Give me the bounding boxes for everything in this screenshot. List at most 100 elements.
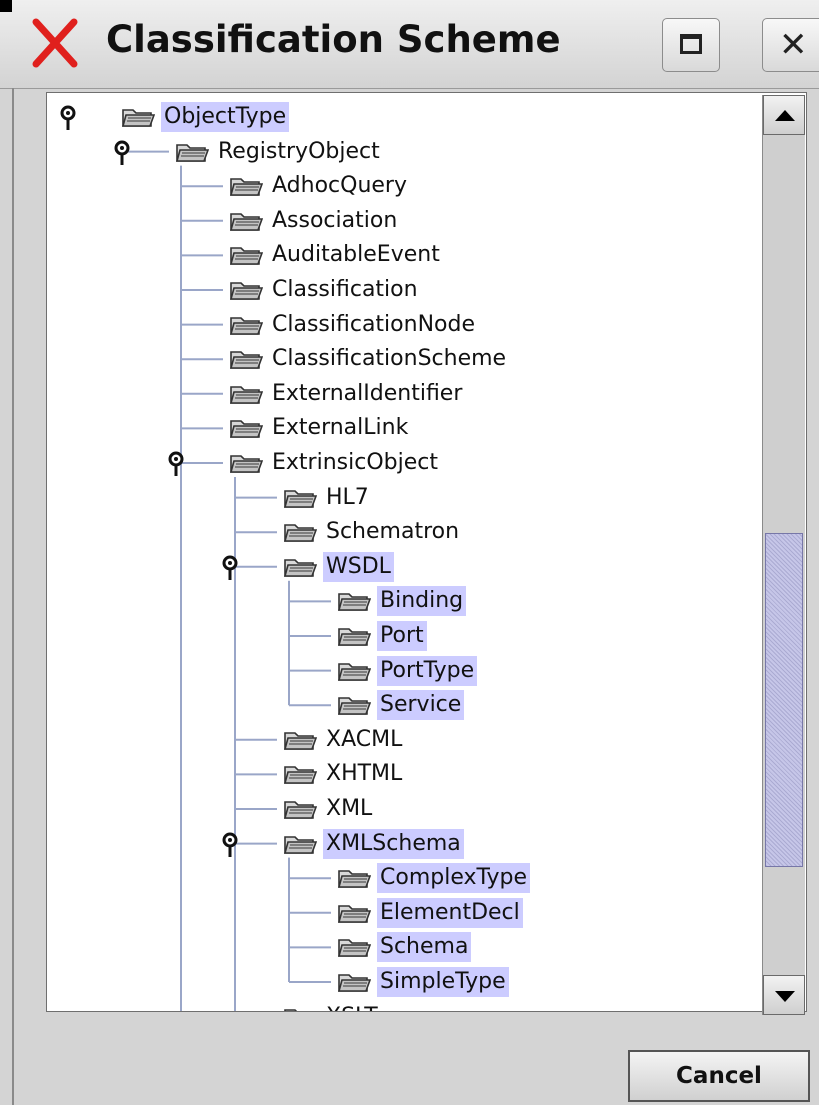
tree-node-label: PortType xyxy=(377,655,478,686)
folder-icon xyxy=(121,105,156,129)
folder-icon xyxy=(337,659,372,683)
maximize-button[interactable] xyxy=(662,18,720,72)
tree-node-label: ClassificationScheme xyxy=(272,346,507,372)
tree-node[interactable]: XSLT xyxy=(283,1002,381,1011)
title-bar[interactable]: Classification Scheme ✕ xyxy=(0,0,819,89)
tree-node-label: ComplexType xyxy=(377,863,531,894)
classification-scheme-dialog: Classification Scheme ✕ ObjectType Regist… xyxy=(0,0,819,1105)
tree-node-label: XMLSchema xyxy=(323,828,464,859)
folder-icon xyxy=(337,693,372,717)
close-button[interactable]: ✕ xyxy=(762,18,819,72)
tree-toggle-icon[interactable] xyxy=(112,140,132,166)
folder-icon xyxy=(283,728,318,752)
tree-node[interactable]: SimpleType xyxy=(337,967,509,997)
tree-node[interactable]: Port xyxy=(337,621,427,651)
tree-node-label: SimpleType xyxy=(377,967,509,997)
arrow-down-icon xyxy=(775,991,795,1002)
tree-node[interactable]: ExternalLink xyxy=(229,413,411,443)
folder-icon xyxy=(337,901,372,925)
tree-node-label: AuditableEvent xyxy=(272,242,440,268)
tree-node-label: Schema xyxy=(377,932,472,963)
scroll-up-button[interactable] xyxy=(763,95,805,135)
tree-toggle-icon[interactable] xyxy=(166,451,186,477)
tree-node[interactable]: Classification xyxy=(229,275,421,305)
tree-node-label: ExternalIdentifier xyxy=(272,380,463,406)
folder-icon xyxy=(229,451,264,475)
folder-icon xyxy=(229,347,264,371)
folder-icon xyxy=(283,797,318,821)
tree-node-label: RegistryObject xyxy=(218,138,380,164)
tree-node[interactable]: RegistryObject xyxy=(175,137,383,167)
folder-icon xyxy=(283,520,318,544)
red-x-icon xyxy=(32,18,78,68)
tree-toggle-icon[interactable] xyxy=(220,832,240,858)
tree-node-label: Binding xyxy=(377,586,467,617)
tree-node[interactable]: Service xyxy=(337,690,465,721)
tree-node[interactable]: Binding xyxy=(337,586,467,617)
tree-node-label: Port xyxy=(377,621,427,651)
folder-icon xyxy=(337,970,372,994)
tree-node-label: XHTML xyxy=(326,761,403,787)
tree-node-label: Association xyxy=(272,207,398,233)
cancel-button[interactable]: Cancel xyxy=(628,1050,810,1102)
tree-node-label: XML xyxy=(326,796,373,821)
window-corner xyxy=(0,0,12,12)
tree-node[interactable]: XACML xyxy=(283,725,405,755)
tree-node[interactable]: PortType xyxy=(337,655,478,686)
folder-icon xyxy=(283,832,318,856)
tree-node[interactable]: ClassificationNode xyxy=(229,310,478,340)
tree-node[interactable]: XMLSchema xyxy=(283,828,464,859)
tree-node[interactable]: Schematron xyxy=(283,517,462,547)
tree-node[interactable]: XML xyxy=(283,794,375,824)
classification-tree[interactable]: ObjectType RegistryObject AdhocQuery Associ… xyxy=(46,92,807,1012)
scroll-thumb[interactable] xyxy=(765,533,803,867)
folder-icon xyxy=(229,313,264,337)
tree-node-label: ClassificationNode xyxy=(272,311,475,337)
scroll-down-button[interactable] xyxy=(763,975,805,1015)
folder-icon xyxy=(337,624,372,648)
tree-node[interactable]: XHTML xyxy=(283,759,405,789)
tree-node-label: HL7 xyxy=(326,484,369,510)
tree-node-label: ExtrinsicObject xyxy=(272,450,438,475)
tree-node[interactable]: HL7 xyxy=(283,483,372,513)
folder-icon xyxy=(229,416,264,440)
tree-node[interactable]: AuditableEvent xyxy=(229,240,443,270)
tree-node[interactable]: ObjectType xyxy=(121,102,290,132)
tree-toggle-icon[interactable] xyxy=(58,105,78,131)
folder-icon xyxy=(229,243,264,267)
tree-node[interactable]: Association xyxy=(229,206,400,236)
tree-node[interactable]: ClassificationScheme xyxy=(229,344,509,374)
folder-icon xyxy=(283,762,318,786)
tree-toggle-icon[interactable] xyxy=(220,555,240,581)
folder-icon xyxy=(229,174,264,198)
tree-node-label: ExternalLink xyxy=(272,415,409,441)
folder-icon xyxy=(229,382,264,406)
tree-node[interactable]: Schema xyxy=(337,932,472,963)
tree-node-label: ObjectType xyxy=(161,102,290,132)
maximize-icon xyxy=(680,34,702,54)
folder-icon xyxy=(229,209,264,233)
tree-node[interactable]: AdhocQuery xyxy=(229,171,410,201)
tree-node-label: XACML xyxy=(326,726,403,752)
tree-node-label: WSDL xyxy=(323,551,394,582)
tree-node-label: AdhocQuery xyxy=(272,173,407,199)
folder-icon xyxy=(283,1005,317,1011)
tree-node[interactable]: ExtrinsicObject xyxy=(229,448,441,478)
folder-icon xyxy=(337,589,372,613)
folder-icon xyxy=(229,278,264,302)
tree-node[interactable]: ExternalIdentifier xyxy=(229,379,465,409)
arrow-up-icon xyxy=(775,110,795,121)
folder-icon xyxy=(283,486,318,510)
tree-node-label: ElementDecl xyxy=(377,897,523,928)
tree-node-label: XSLT xyxy=(323,1002,381,1011)
folder-icon xyxy=(337,866,372,890)
tree-node-label: Service xyxy=(377,690,465,721)
window-title: Classification Scheme xyxy=(106,18,561,61)
close-icon: ✕ xyxy=(779,25,808,65)
folder-icon xyxy=(337,935,372,959)
vertical-scrollbar[interactable] xyxy=(762,95,805,1015)
tree-node[interactable]: WSDL xyxy=(283,551,394,582)
tree-node[interactable]: ElementDecl xyxy=(337,897,523,928)
tree-node[interactable]: ComplexType xyxy=(337,863,531,894)
tree-node-label: Schematron xyxy=(326,519,460,545)
